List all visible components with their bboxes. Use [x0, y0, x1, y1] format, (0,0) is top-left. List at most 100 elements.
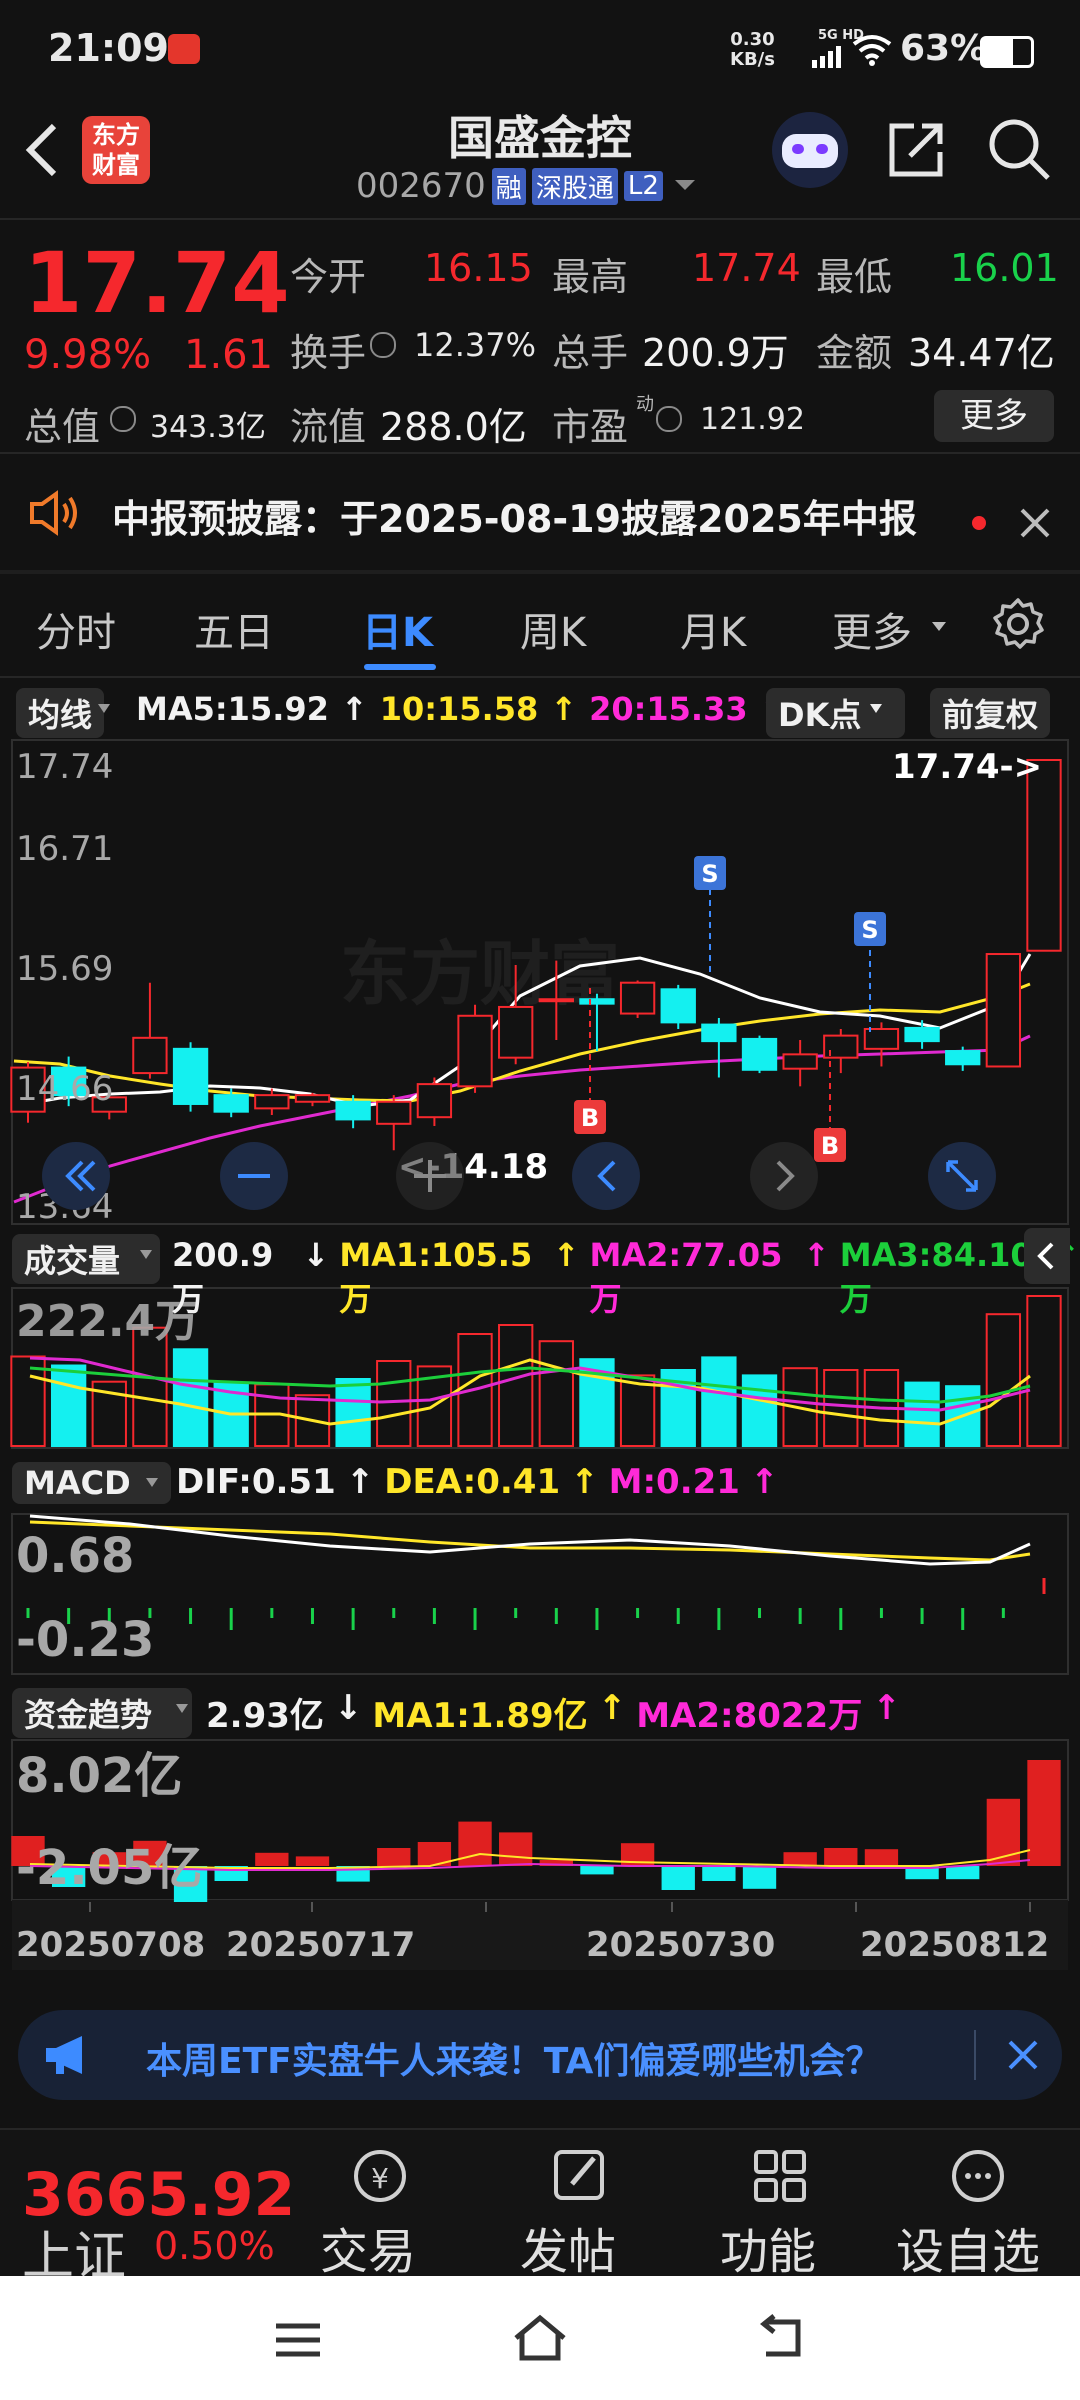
nav-item-add-watchlist[interactable]: 设自选 [896, 2144, 1066, 2280]
candle-up [376, 1100, 412, 1125]
stock-code-row[interactable]: 002670 融 深股通 L2 [356, 164, 699, 208]
candle-down [904, 1026, 940, 1043]
dk-point-selector[interactable]: DK点 [766, 688, 906, 738]
collapse-panel-button[interactable] [1024, 1228, 1070, 1284]
search-icon[interactable] [986, 116, 1052, 182]
nav-item-functions[interactable]: 功能 [720, 2144, 840, 2280]
up-arrow-icon: ↑ [749, 1462, 779, 1502]
ma-selector[interactable]: 均线 [16, 688, 105, 738]
date-tick-label: 20250708 [16, 1925, 205, 1965]
svg-text:¥: ¥ [371, 2162, 389, 2195]
macd-bottom-label: -0.23 [16, 1612, 154, 1668]
tab-daily-k[interactable]: 日K [362, 600, 433, 658]
net-speed-unit: KB/s [730, 49, 775, 70]
up-arrow-icon: ↑ [340, 690, 368, 728]
fund-indicator-selector[interactable]: 资金趋势 [12, 1688, 193, 1738]
volume-bar [741, 1374, 778, 1448]
menu-icon[interactable] [272, 2320, 324, 2360]
notice-bar[interactable]: 中报预披露：于2025-08-19披露2025年中报 [0, 456, 1080, 568]
battery-percent: 63% [900, 28, 987, 69]
fund-ma1: MA1:1.89亿 [372, 1696, 588, 1736]
unread-dot [972, 516, 986, 530]
share-icon[interactable] [884, 118, 948, 182]
trade-icon: ¥ [354, 2150, 406, 2202]
market-cap-label: 总值 [24, 405, 101, 449]
close-icon[interactable] [1006, 2038, 1040, 2072]
more-button[interactable]: 更多 [934, 390, 1054, 442]
nav-item-label: 功能 [720, 2224, 817, 2280]
info-icon[interactable] [370, 332, 396, 358]
candle-up [985, 953, 1022, 1068]
info-icon[interactable] [110, 406, 136, 432]
tab-weekly-k[interactable]: 周K [520, 600, 586, 658]
tab-monthly-k[interactable]: 月K [680, 600, 746, 658]
fullscreen-button[interactable] [928, 1142, 996, 1210]
quote-panel: 17.74 9.98% 1.61 今开 16.15 最高 17.74 最低 16… [0, 220, 1080, 452]
zoom-out-button[interactable] [220, 1142, 288, 1210]
float-cap-value: 288.0亿 [380, 405, 527, 449]
macd-panel-frame [11, 1513, 1069, 1675]
tab-more[interactable]: 更多 [832, 600, 912, 658]
fund-bar [824, 1848, 858, 1866]
caret-down-icon [176, 1704, 188, 1713]
home-icon[interactable] [510, 2312, 570, 2364]
scroll-left-button[interactable] [572, 1142, 640, 1210]
fund-bar [1027, 1760, 1061, 1866]
nav-item-post[interactable]: 发帖 [520, 2144, 640, 2280]
gear-icon[interactable] [990, 596, 1046, 652]
candle-down [945, 1050, 981, 1066]
stock-header: 东方 财富 国盛金控 002670 融 深股通 L2 [0, 100, 1080, 220]
price-tick: 16.71 [16, 829, 113, 869]
scroll-left-fast-button[interactable] [42, 1142, 110, 1210]
chevron-left-icon [1037, 1242, 1054, 1270]
promo-banner[interactable]: 本周ETF实盘牛人来袭！TA们偏爱哪些机会？ [18, 2010, 1062, 2100]
up-arrow-icon: ↑ [552, 1236, 580, 1274]
signal-icon [812, 46, 841, 68]
volume-bar [335, 1378, 371, 1447]
fund-bar [661, 1866, 695, 1890]
date-tick-label: 20250730 [586, 1925, 775, 1965]
close-icon[interactable] [1018, 506, 1052, 540]
nav-item-trade[interactable]: ¥ 交易 [320, 2144, 440, 2280]
bottom-nav: 3665.92 上证 0.50% ¥ 交易 发帖 功能 设自选 [0, 2128, 1080, 2287]
fund-bar [458, 1821, 492, 1866]
status-bar: 21:09 0.30 KB/s 5G HD 63% [0, 0, 1080, 100]
candle-down [660, 988, 696, 1024]
price-adjust-selector[interactable]: 前复权 [930, 688, 1051, 738]
candle-up [132, 1036, 168, 1075]
volume-bar [538, 1340, 574, 1448]
buy-marker-label: B [821, 1132, 839, 1160]
robot-assistant-icon[interactable] [772, 112, 848, 188]
ma-legend: 均线 MA5:15.92↑ 10:15.58↑ 20:15.33↑ DK点 前复… [0, 680, 1080, 738]
chevron-down-icon [674, 180, 695, 190]
net-speed: 0.30 KB/s [730, 30, 775, 70]
chart-tabs: 分时 五日 日K 周K 月K 更多 [0, 576, 1080, 676]
up-arrow-icon: ↑ [570, 1462, 599, 1502]
notice-text: 中报预披露：于2025-08-19披露2025年中报 [112, 497, 917, 541]
fund-bar [580, 1866, 614, 1875]
zoom-in-button[interactable] [396, 1142, 464, 1210]
info-icon[interactable] [656, 406, 682, 432]
fund-bar [377, 1848, 411, 1866]
more-dots-icon [952, 2150, 1004, 2202]
up-arrow-icon: ↑ [802, 1236, 830, 1274]
price-tick: 15.69 [16, 949, 113, 989]
nav-item-label: 发帖 [520, 2224, 617, 2280]
volume-bar [376, 1360, 412, 1447]
candle-down [579, 998, 615, 1005]
open-label: 今开 [290, 255, 367, 299]
fund-ma2: MA2:8022万 [636, 1696, 863, 1736]
tab-intraday[interactable]: 分时 [36, 600, 116, 658]
macd-dea: DEA:0.41 [384, 1462, 561, 1502]
fund-bar [702, 1866, 736, 1881]
tab-five-day[interactable]: 五日 [194, 600, 274, 658]
stock-chart[interactable]: 东方财富 B B S S 17.74 16.71 15.69 14.66 13.… [0, 736, 1080, 1996]
ma5-value: MA5:15.92 [136, 690, 329, 728]
net-speed-value: 0.30 [730, 29, 775, 50]
date-tick-label: 20250717 [226, 1925, 415, 1965]
grid-icon [754, 2150, 806, 2202]
back-nav-icon[interactable] [752, 2314, 808, 2362]
macd-histogram [26, 1578, 1046, 1630]
scroll-right-button[interactable] [750, 1142, 818, 1210]
volume-bar [50, 1364, 87, 1447]
